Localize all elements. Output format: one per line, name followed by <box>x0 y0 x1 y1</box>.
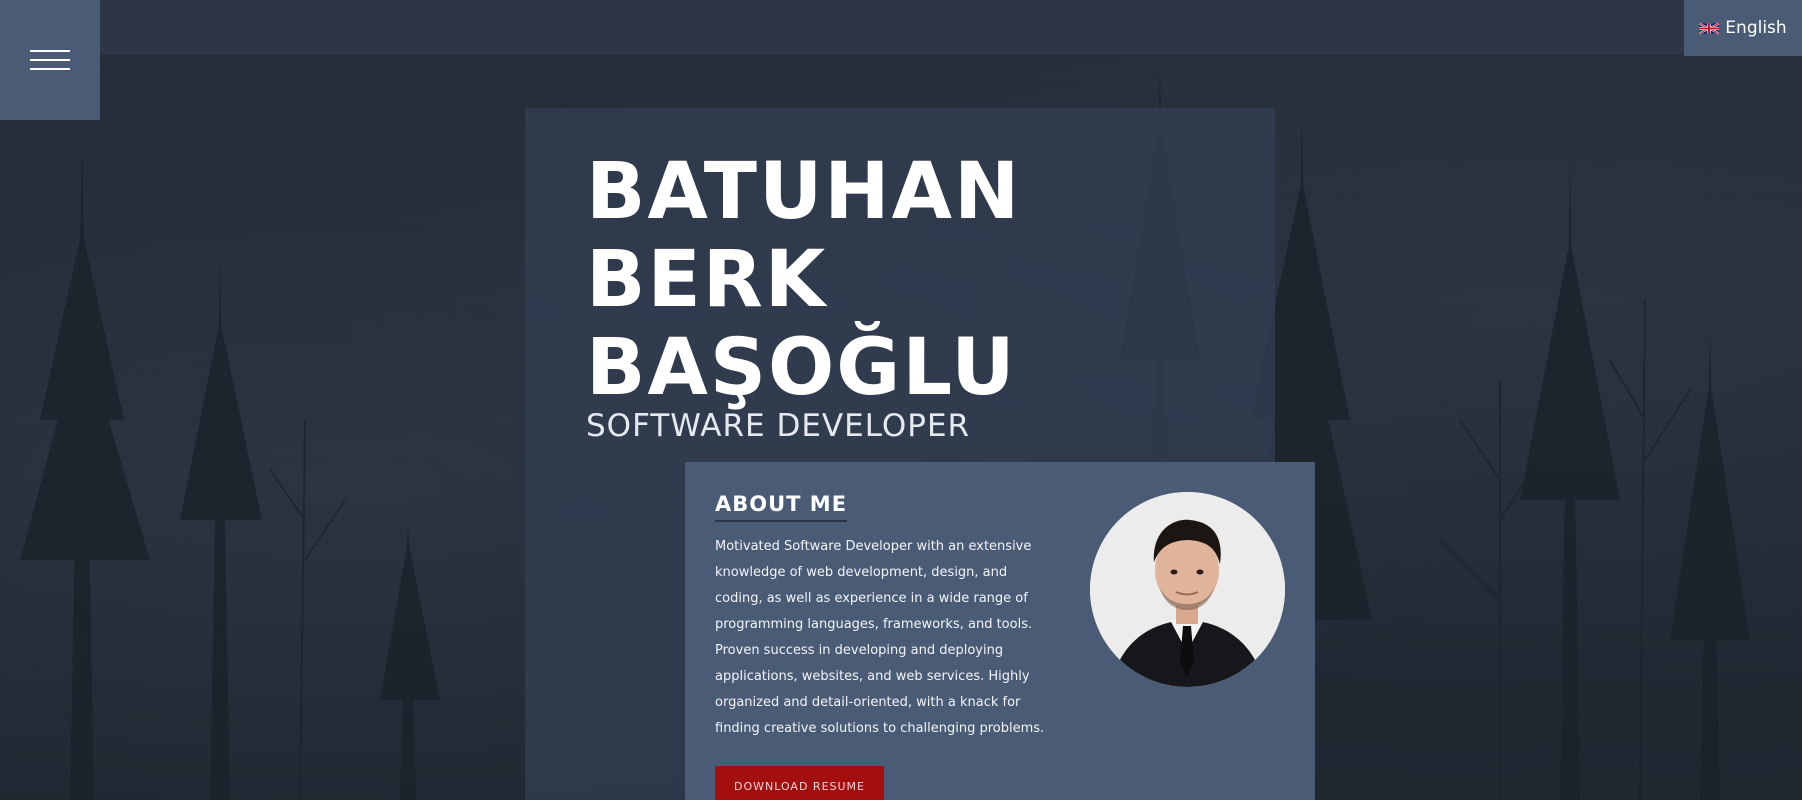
download-resume-button[interactable]: DOWNLOAD RESUME <box>715 766 884 800</box>
job-title: SOFTWARE DEVELOPER <box>586 408 971 444</box>
language-selector-button[interactable]: English <box>1684 0 1802 56</box>
language-label: English <box>1725 18 1787 38</box>
about-text: Motivated Software Developer with an ext… <box>715 539 1045 736</box>
name-line-middle: BERK <box>586 235 828 325</box>
uk-flag-icon <box>1699 22 1720 34</box>
page: English BATUHAN BERK BAŞOĞLU SOFTWARE DE… <box>0 0 1802 800</box>
about-card: ABOUT ME Motivated Software Developer wi… <box>685 462 1315 800</box>
name-line-first: BATUHAN <box>586 147 1022 237</box>
menu-icon-bar <box>30 59 70 61</box>
menu-icon-bar <box>30 50 70 52</box>
profile-avatar <box>1090 492 1285 687</box>
hamburger-menu-button[interactable] <box>0 0 100 120</box>
about-title: ABOUT ME <box>715 492 848 522</box>
hero-name: BATUHAN BERK BAŞOĞLU <box>586 148 1021 412</box>
name-line-last: BAŞOĞLU <box>586 323 1017 413</box>
portrait-image <box>1090 492 1285 687</box>
top-bar <box>0 0 1802 56</box>
menu-icon-bar <box>30 68 70 70</box>
